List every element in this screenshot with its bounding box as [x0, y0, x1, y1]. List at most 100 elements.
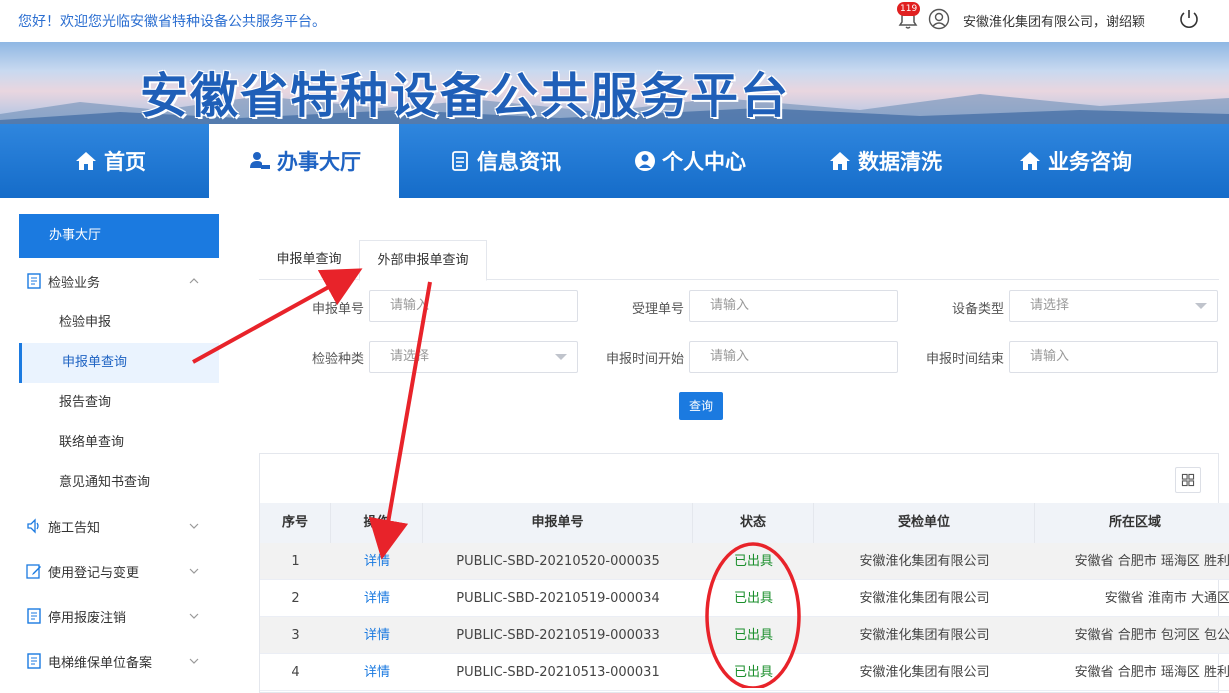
document-icon: [27, 273, 41, 289]
sidebar-group-deactivation[interactable]: 停用报废注销: [19, 596, 219, 636]
query-button[interactable]: 查询: [679, 392, 723, 420]
end-time-label: 申报时间结束: [925, 352, 1004, 367]
chevron-down-icon: [189, 568, 199, 574]
main-nav: 首页 办事大厅 信息资讯 个人中心 数据清洗 业务咨询: [0, 124, 1229, 198]
columns-toggle-icon[interactable]: [1175, 467, 1201, 493]
table-row: 4 详情 PUBLIC-SBD-20210513-000031 已出具 安徽淮化…: [260, 654, 1229, 691]
cell-apply-no: PUBLIC-SBD-20210519-000034: [456, 591, 660, 606]
banner: 安徽省特种设备公共服务平台: [0, 42, 1229, 124]
nav-item-label: 个人中心: [662, 150, 746, 174]
cell-status: 已出具: [733, 591, 773, 606]
chevron-up-icon: [189, 278, 199, 284]
sidebar-item-inspection-apply[interactable]: 检验申报: [19, 303, 219, 343]
cell-unit: 安徽淮化集团有限公司: [859, 554, 990, 569]
nav-item-service-hall[interactable]: 办事大厅: [209, 124, 399, 198]
nav-item-label: 办事大厅: [277, 150, 361, 174]
inspect-kind-label: 检验种类: [311, 352, 364, 367]
nav-item-data-cleaning[interactable]: 数据清洗: [800, 124, 970, 198]
document-icon: [27, 653, 41, 669]
sidebar-group-label: 施工告知: [48, 520, 101, 536]
site-title: 安徽省特种设备公共服务平台: [140, 68, 791, 124]
device-type-select[interactable]: 请选择: [1009, 290, 1218, 322]
table-row: 1 详情 PUBLIC-SBD-20210520-000035 已出具 安徽淮化…: [260, 543, 1229, 580]
tab-apply-query[interactable]: 申报单查询: [259, 240, 359, 280]
nav-item-consulting[interactable]: 业务咨询: [990, 124, 1160, 198]
apply-no-label: 申报单号: [311, 302, 364, 317]
table-row: 3 详情 PUBLIC-SBD-20210519-000033 已出具 安徽淮化…: [260, 617, 1229, 654]
sidebar-item-report-query[interactable]: 报告查询: [19, 383, 219, 423]
chevron-down-icon: [189, 613, 199, 619]
nav-item-home[interactable]: 首页: [40, 124, 180, 198]
sidebar-group-label: 电梯维保单位备案: [48, 655, 153, 671]
nav-item-label: 信息资讯: [477, 150, 561, 174]
notification-badge[interactable]: 119: [897, 2, 921, 16]
user-name[interactable]: 安徽淮化集团有限公司，谢绍颖: [963, 11, 1145, 30]
sidebar-group-registration[interactable]: 使用登记与变更: [19, 551, 219, 591]
welcome-text: 您好！欢迎您光临安徽省特种设备公共服务平台。: [18, 14, 326, 30]
home-icon: [1020, 152, 1040, 170]
service-hall-icon: [250, 152, 270, 169]
inspect-kind-placeholder: 请选择: [390, 349, 430, 364]
sidebar-group-elevator[interactable]: 电梯维保单位备案: [19, 641, 219, 681]
sidebar-group-construction[interactable]: 施工告知: [19, 506, 219, 546]
detail-link[interactable]: 详情: [331, 617, 423, 654]
nav-item-news[interactable]: 信息资讯: [420, 124, 590, 198]
nav-item-label: 数据清洗: [858, 150, 942, 174]
sidebar-group-label: 使用登记与变更: [48, 565, 140, 581]
user-icon: [635, 151, 655, 171]
col-header-apply-no: 申报单号: [423, 503, 693, 543]
cell-status: 已出具: [733, 628, 773, 643]
col-header-status: 状态: [693, 503, 814, 543]
nav-item-label: 业务咨询: [1048, 150, 1132, 174]
accept-no-input[interactable]: 请输入: [689, 290, 898, 322]
sidebar-group-label: 停用报废注销: [48, 610, 127, 626]
end-time-input[interactable]: 请输入: [1009, 341, 1218, 373]
device-type-placeholder: 请选择: [1030, 298, 1070, 313]
query-tabs: 申报单查询 外部申报单查询: [259, 240, 1219, 281]
cell-apply-no: PUBLIC-SBD-20210519-000033: [456, 628, 660, 643]
col-header-no: 序号: [260, 503, 331, 543]
chevron-down-icon: [189, 523, 199, 529]
document-icon: [27, 608, 41, 624]
chevron-down-icon: [1195, 303, 1207, 309]
tab-external-apply-query[interactable]: 外部申报单查询: [359, 240, 487, 281]
sidebar: 办事大厅: [19, 214, 219, 258]
detail-link[interactable]: 详情: [331, 580, 423, 617]
start-time-label: 申报时间开始: [605, 352, 684, 367]
sidebar-item-contact-query[interactable]: 联络单查询: [19, 423, 219, 463]
col-header-action: 操作: [331, 503, 423, 543]
sidebar-item-apply-query[interactable]: 申报单查询: [19, 343, 219, 383]
sidebar-header[interactable]: 办事大厅: [19, 214, 219, 258]
cell-region: 安徽省 合肥市 瑶海区 胜利: [1074, 554, 1229, 569]
device-type-label: 设备类型: [951, 302, 1004, 317]
user-icon[interactable]: [928, 8, 950, 30]
table-header: 序号 操作 申报单号 状态 受检单位 所在区域: [260, 503, 1229, 543]
speaker-icon: [27, 518, 39, 534]
cell-no: 4: [291, 665, 300, 680]
cell-apply-no: PUBLIC-SBD-20210520-000035: [456, 554, 660, 569]
chevron-down-icon: [555, 354, 567, 360]
sidebar-group-inspection[interactable]: 检验业务: [19, 261, 219, 301]
edit-icon: [26, 564, 41, 579]
sidebar-item-opinion-query[interactable]: 意见通知书查询: [19, 463, 219, 503]
detail-link[interactable]: 详情: [331, 543, 423, 580]
cell-unit: 安徽淮化集团有限公司: [859, 628, 990, 643]
power-icon[interactable]: [1177, 7, 1201, 31]
sidebar-group-label: 检验业务: [48, 275, 101, 291]
cell-no: 2: [291, 591, 300, 606]
start-time-input[interactable]: 请输入: [689, 341, 898, 373]
cell-unit: 安徽淮化集团有限公司: [859, 665, 990, 680]
cell-region: 安徽省 合肥市 瑶海区 胜利: [1074, 665, 1229, 680]
apply-no-input[interactable]: 请输入: [369, 290, 578, 322]
cell-status: 已出具: [733, 665, 773, 680]
accept-no-label: 受理单号: [631, 302, 684, 317]
cell-no: 1: [291, 554, 300, 569]
detail-link[interactable]: 详情: [331, 654, 423, 691]
cell-no: 3: [291, 628, 300, 643]
top-bar: 您好！欢迎您光临安徽省特种设备公共服务平台。 119 安徽淮化集团有限公司，谢绍…: [0, 0, 1229, 42]
inspect-kind-select[interactable]: 请选择: [369, 341, 578, 373]
nav-item-personal[interactable]: 个人中心: [610, 124, 770, 198]
table-row: 2 详情 PUBLIC-SBD-20210519-000034 已出具 安徽淮化…: [260, 580, 1229, 617]
cell-region: 安徽省 淮南市 大通区: [1104, 591, 1229, 606]
news-icon: [452, 151, 468, 171]
